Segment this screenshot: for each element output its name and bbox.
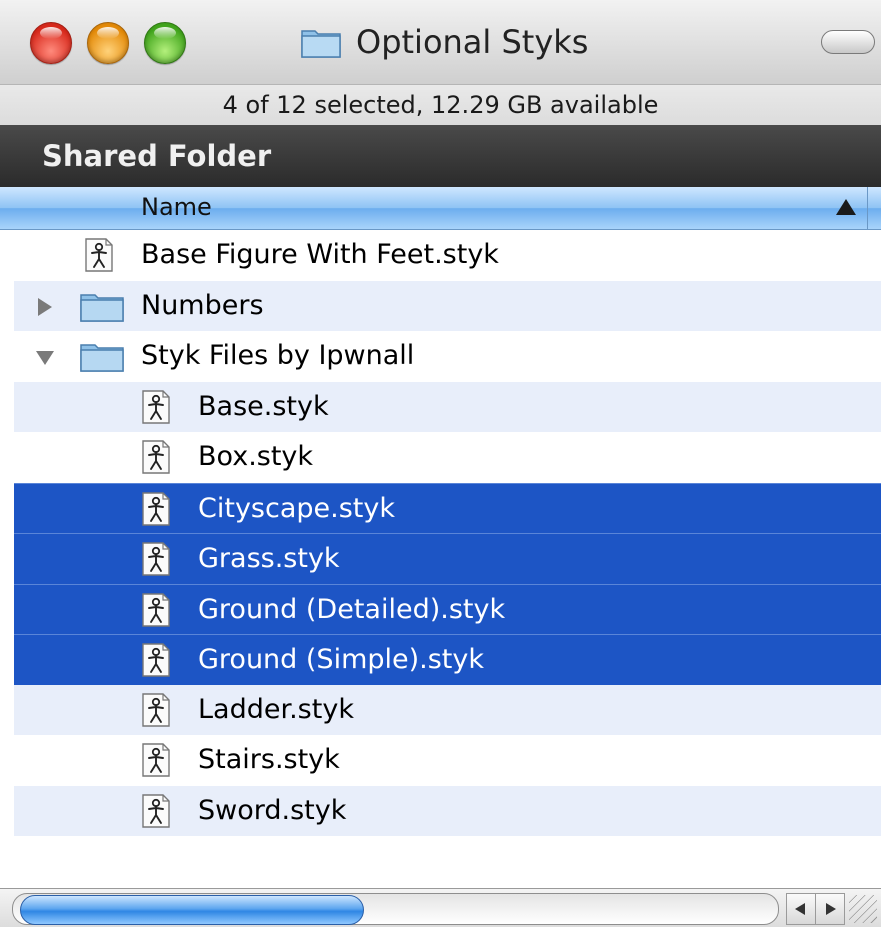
- column-header-label: Name: [141, 193, 212, 221]
- list-item-label: Box.styk: [198, 441, 314, 472]
- styk-file-icon: [140, 542, 172, 576]
- list-item[interactable]: Stairs.styk: [14, 735, 881, 786]
- close-button[interactable]: [30, 22, 72, 64]
- styk-file-icon: [140, 692, 172, 727]
- styk-file-icon: [140, 440, 172, 474]
- list-item-label: Stairs.styk: [198, 744, 340, 775]
- status-bar: 4 of 12 selected, 12.29 GB available: [0, 84, 881, 126]
- title-bar[interactable]: Optional Styks: [0, 0, 881, 84]
- horizontal-scrollbar[interactable]: [0, 888, 881, 927]
- status-text: 4 of 12 selected, 12.29 GB available: [222, 91, 659, 119]
- list-item-label: Numbers: [141, 289, 264, 321]
- file-list[interactable]: Base Figure With Feet.styk Numbers Styk Fi…: [14, 230, 881, 888]
- column-header-name[interactable]: Name: [0, 187, 881, 230]
- list-item[interactable]: Base.styk: [14, 381, 881, 432]
- disclosure-expanded-icon[interactable]: [36, 351, 54, 365]
- styk-file-icon: [140, 491, 172, 526]
- list-item-label: Base Figure With Feet.styk: [141, 239, 499, 270]
- list-item-label: Ground (Simple).styk: [198, 644, 485, 675]
- list-item[interactable]: Styk Files by Ipwnall: [14, 331, 881, 382]
- list-item[interactable]: Sword.styk: [14, 785, 881, 836]
- folder-icon: [79, 291, 125, 323]
- list-item[interactable]: Cityscape.styk: [14, 482, 881, 533]
- styk-file-icon: [83, 238, 115, 272]
- list-item-label: Ground (Detailed).styk: [198, 593, 506, 625]
- resize-grip-icon[interactable]: [849, 895, 877, 923]
- list-item[interactable]: Ground (Detailed).styk: [14, 583, 881, 634]
- list-item[interactable]: Numbers: [14, 280, 881, 331]
- list-item-label: Cityscape.styk: [198, 492, 395, 524]
- finder-window: Optional Styks 4 of 12 selected, 12.29 G…: [0, 0, 881, 927]
- scroll-left-arrow-icon[interactable]: [786, 893, 816, 925]
- list-item-label: Ladder.styk: [198, 693, 354, 725]
- styk-file-icon: [140, 793, 172, 828]
- styk-file-icon: [140, 592, 172, 627]
- styk-file-icon: [140, 389, 172, 424]
- toolbar-toggle-button[interactable]: [821, 30, 875, 54]
- disclosure-collapsed-icon[interactable]: [38, 297, 52, 316]
- styk-file-icon: [140, 743, 172, 777]
- folder-icon: [301, 30, 341, 58]
- list-item[interactable]: Base Figure With Feet.styk: [14, 230, 881, 281]
- scroll-right-arrow-icon[interactable]: [815, 893, 845, 925]
- folder-icon: [79, 341, 125, 373]
- list-item-label: Grass.styk: [198, 543, 340, 574]
- list-item[interactable]: Grass.styk: [14, 533, 881, 584]
- list-item[interactable]: Ground (Simple).styk: [14, 634, 881, 685]
- window-title-text: Optional Styks: [356, 23, 589, 61]
- list-item[interactable]: Box.styk: [14, 432, 881, 483]
- list-item-label: Base.styk: [198, 390, 329, 422]
- styk-file-icon: [140, 643, 172, 677]
- list-item[interactable]: Ladder.styk: [14, 684, 881, 735]
- shared-folder-label: Shared Folder: [42, 139, 272, 173]
- column-divider[interactable]: [867, 187, 868, 229]
- empty-row: [14, 836, 881, 887]
- sort-ascending-icon: [836, 199, 856, 215]
- list-item-label: Sword.styk: [198, 794, 347, 826]
- zoom-button[interactable]: [144, 22, 186, 64]
- minimize-button[interactable]: [87, 22, 129, 64]
- scrollbar-thumb[interactable]: [20, 895, 364, 925]
- list-item-label: Styk Files by Ipwnall: [141, 340, 415, 371]
- shared-folder-bar: Shared Folder: [0, 125, 881, 187]
- window-title: Optional Styks: [300, 22, 588, 62]
